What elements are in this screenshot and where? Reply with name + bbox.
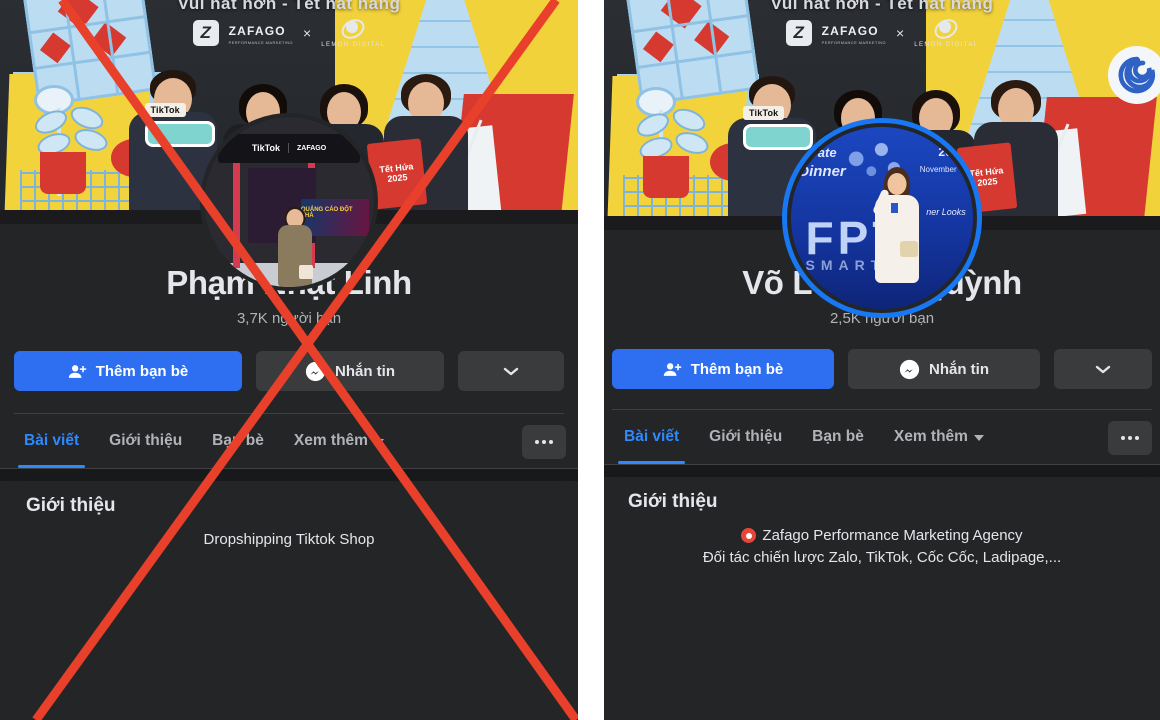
avatar-image: rivate Dinner 202 November ner Looks FPT…	[787, 123, 977, 313]
tab-posts-left[interactable]: Bài viết	[12, 416, 91, 468]
tab-friends-right[interactable]: Bạn bè	[800, 412, 876, 464]
lemon-digital-wordmark: LEMON DIGITAL	[321, 42, 386, 48]
message-label: Nhắn tin	[335, 362, 395, 380]
content-gap-left	[0, 469, 578, 481]
friend-count-left: 3,7K người bạn	[236, 310, 342, 327]
content-gap-right	[604, 465, 1160, 477]
tab-overflow-button-left[interactable]	[522, 425, 566, 459]
profile-panel-left: TikTok Tết Hứa 2025 Vui hát hơn - Tết há…	[0, 0, 578, 720]
tab-label: Bạn bè	[812, 428, 864, 445]
about-line: Dropshipping Tiktok Shop	[203, 531, 375, 548]
add-friend-button-right[interactable]: Thêm bạn bè	[612, 349, 834, 389]
lemon-digital-wordmark: LEMON DIGITAL	[914, 42, 979, 48]
brand-separator-icon: ×	[896, 25, 905, 41]
tab-label: Bài viết	[24, 432, 80, 449]
tab-more-left[interactable]: Xem thêm	[282, 416, 396, 468]
cover-caption-text: Vui hát hơn - Tết hát hàng	[770, 0, 994, 13]
flower-pot-illustration	[642, 156, 689, 199]
about-card-left: Giới thiệu Dropshipping Tiktok Shop	[10, 481, 568, 557]
avatar-text-private: rivate	[801, 145, 837, 161]
tab-label: Giới thiệu	[109, 432, 183, 449]
comparison-screenshot: TikTok Tết Hứa 2025 Vui hát hơn - Tết há…	[0, 0, 1160, 720]
spiral-watermark-icon	[1108, 46, 1160, 104]
cover-brand-bar: Z ZAFAGO PERFORMANCE MARKETING × LEMON D…	[604, 15, 1160, 48]
about-card-body-right: Zafago Performance Marketing Agency Đối …	[628, 525, 1136, 569]
zafago-tagline: PERFORMANCE MARKETING	[821, 39, 887, 45]
profile-tabs-right: Bài viết Giới thiệu Bạn bè Xem thêm	[604, 412, 1160, 464]
tab-more-right[interactable]: Xem thêm	[882, 412, 996, 464]
avatar-text-looks: ner Looks	[926, 207, 966, 218]
message-label: Nhắn tin	[929, 360, 989, 378]
avatar-image: TikTok ZAFAGO QUẢNG CÁO ĐỘT PHÁ	[200, 113, 378, 291]
chevron-down-icon	[373, 439, 384, 445]
about-card-title-left: Giới thiệu	[26, 495, 116, 516]
chevron-down-icon	[502, 365, 520, 377]
avatar-text-month: November	[919, 165, 957, 175]
zafago-logo-icon: Z	[192, 20, 219, 46]
action-button-row-right: Thêm bạn bè Nhắn tin	[604, 349, 1160, 389]
tiktok-prop-label: TikTok	[144, 103, 186, 118]
more-actions-button-right[interactable]	[1054, 349, 1152, 389]
messenger-icon	[305, 361, 326, 382]
avatar-zafago-label: ZAFAGO	[297, 144, 327, 152]
about-line: Zafago Performance Marketing Agency	[762, 527, 1023, 544]
cover-brand-bar: Z ZAFAGO PERFORMANCE MARKETING × LEMON D…	[0, 15, 578, 48]
brand-separator-icon: ×	[303, 25, 312, 41]
avatar-text-year: 202	[938, 145, 959, 160]
tab-overflow-button-right[interactable]	[1108, 421, 1152, 455]
cover-caption-text: Vui hát hơn - Tết hát hàng	[177, 0, 401, 13]
about-line-with-icon: Zafago Performance Marketing Agency	[628, 525, 1136, 547]
section-divider-left	[14, 413, 564, 414]
avatar-right[interactable]: rivate Dinner 202 November ner Looks FPT…	[782, 118, 982, 318]
tiktok-prop-label: TikTok	[743, 105, 785, 120]
add-friend-icon	[68, 362, 87, 381]
add-friend-button-left[interactable]: Thêm bạn bè	[14, 351, 242, 391]
tab-label: Xem thêm	[893, 428, 968, 445]
chevron-down-icon	[1094, 363, 1112, 375]
tab-friends-left[interactable]: Bạn bè	[200, 416, 276, 468]
action-button-row-left: Thêm bạn bè Nhắn tin	[0, 351, 578, 391]
about-line: Đối tác chiến lược Zalo, TikTok, Cốc Cốc…	[702, 548, 1062, 566]
flower-pot-illustration	[40, 152, 87, 195]
dart-target-icon	[741, 528, 757, 544]
tab-label: Giới thiệu	[709, 428, 783, 445]
zafago-wordmark: ZAFAGO	[821, 23, 879, 38]
tab-label: Bạn bè	[212, 432, 264, 449]
add-friend-label: Thêm bạn bè	[95, 362, 189, 380]
message-button-left[interactable]: Nhắn tin	[256, 351, 444, 391]
avatar-text-dinner: Dinner	[798, 163, 846, 181]
tab-about-left[interactable]: Giới thiệu	[97, 416, 194, 468]
tab-label: Bài viết	[624, 428, 680, 445]
about-card-right: Giới thiệu Zafago Performance Marketing …	[612, 477, 1152, 575]
avatar-left[interactable]: TikTok ZAFAGO QUẢNG CÁO ĐỘT PHÁ	[200, 113, 378, 291]
about-card-title-right: Giới thiệu	[628, 491, 718, 512]
section-divider-right	[612, 409, 1152, 410]
more-actions-button-left[interactable]	[458, 351, 564, 391]
chevron-down-icon	[973, 435, 984, 441]
zafago-tagline: PERFORMANCE MARKETING	[228, 39, 294, 45]
lemon-digital-logo-icon: LEMON DIGITAL	[321, 15, 386, 48]
profile-tabs-left: Bài viết Giới thiệu Bạn bè Xem thêm	[0, 416, 578, 468]
zafago-wordmark: ZAFAGO	[228, 23, 286, 38]
tab-label: Xem thêm	[293, 432, 368, 449]
zafago-logo-icon: Z	[785, 20, 812, 46]
messenger-icon	[899, 359, 920, 380]
about-card-body-left: Dropshipping Tiktok Shop	[26, 529, 552, 551]
lemon-digital-logo-icon: LEMON DIGITAL	[914, 15, 979, 48]
add-friend-icon	[663, 360, 682, 379]
profile-panel-right: TikTok Tết Hứa 2025 Vui hát hơn - Tết há…	[604, 0, 1160, 720]
tab-about-right[interactable]: Giới thiệu	[697, 412, 794, 464]
avatar-tiktok-label: TikTok	[251, 143, 280, 154]
add-friend-label: Thêm bạn bè	[690, 360, 784, 378]
tab-posts-right[interactable]: Bài viết	[612, 412, 691, 464]
message-button-right[interactable]: Nhắn tin	[848, 349, 1040, 389]
